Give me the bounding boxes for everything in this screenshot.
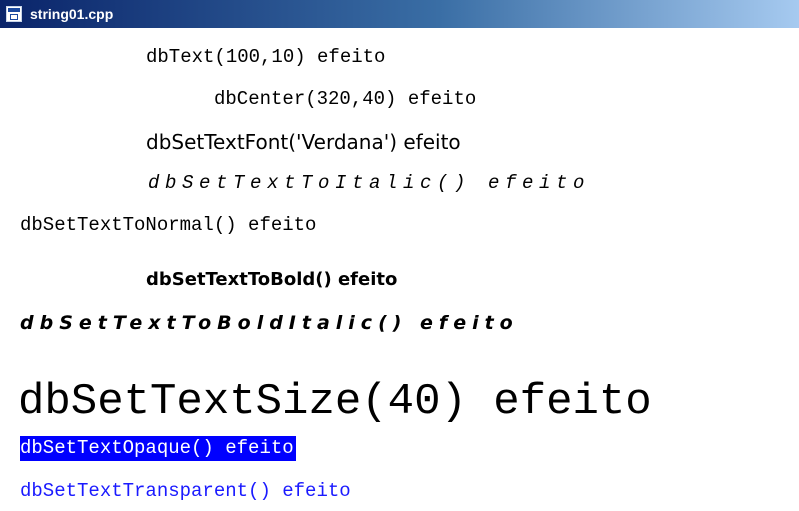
- window-title: string01.cpp: [30, 6, 114, 22]
- icon-pane: [10, 14, 18, 20]
- text-line-settextsize: dbSetTextSize(40) efeito: [18, 377, 652, 427]
- application-window-icon[interactable]: [6, 6, 22, 22]
- text-line-settextopaque: dbSetTextOpaque() efeito: [20, 436, 296, 461]
- text-line-settexttobolditalic: dbSetTextToBoldItalic() efeito: [20, 312, 519, 334]
- title-bar[interactable]: string01.cpp: [0, 0, 799, 28]
- text-line-settexttonormal: dbSetTextToNormal() efeito: [20, 214, 317, 236]
- text-line-settexttobold: dbSetTextToBold() efeito: [146, 269, 398, 290]
- text-line-settexttoitalic: dbSetTextToItalic() efeito: [148, 172, 591, 194]
- text-line-settextfont: dbSetTextFont('Verdana') efeito: [146, 130, 461, 154]
- app-window: string01.cpp dbText(100,10) efeito dbCen…: [0, 0, 799, 511]
- icon-bar: [8, 8, 20, 12]
- text-line-dbcenter: dbCenter(320,40) efeito: [214, 88, 477, 110]
- text-line-settexttransparent: dbSetTextTransparent() efeito: [20, 480, 351, 502]
- text-line-dbtext: dbText(100,10) efeito: [146, 46, 386, 68]
- render-canvas: dbText(100,10) efeito dbCenter(320,40) e…: [6, 28, 799, 511]
